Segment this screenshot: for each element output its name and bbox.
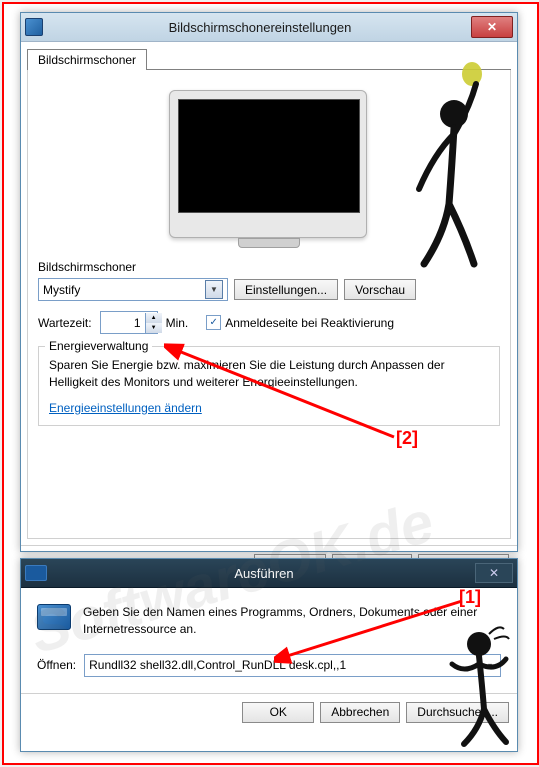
chevron-down-icon: ▼ — [205, 280, 223, 299]
preview-button[interactable]: Vorschau — [344, 279, 416, 300]
energy-settings-link[interactable]: Energieeinstellungen ändern — [49, 401, 202, 415]
wait-input[interactable] — [101, 316, 145, 330]
energy-legend: Energieverwaltung — [45, 339, 152, 353]
wait-spinner[interactable]: ▲ ▼ — [100, 311, 158, 334]
tab-content: Bildschirmschoner Mystify ▼ Einstellunge… — [27, 70, 511, 539]
close-button[interactable]: ✕ — [475, 563, 513, 583]
energy-fieldset: Energieverwaltung Sparen Sie Energie bzw… — [38, 346, 500, 426]
run-description: Geben Sie den Namen eines Programms, Ord… — [83, 604, 501, 638]
tab-row: Bildschirmschoner — [27, 48, 511, 70]
settings-button[interactable]: Einstellungen... — [234, 279, 338, 300]
spinner-up[interactable]: ▲ — [146, 313, 162, 323]
run-dialog-window: Ausführen ✕ Geben Sie den Namen eines Pr… — [20, 558, 518, 752]
dialog-button-row: OK Abbrechen Durchsuchen... — [21, 693, 517, 731]
window-icon — [25, 565, 47, 581]
titlebar[interactable]: Ausführen ✕ — [21, 559, 517, 588]
tab-screensaver[interactable]: Bildschirmschoner — [27, 49, 147, 70]
dropdown-value: Mystify — [43, 283, 80, 297]
energy-text: Sparen Sie Energie bzw. maximieren Sie d… — [49, 357, 489, 391]
screensaver-settings-window: Bildschirmschonereinstellungen ✕ Bildsch… — [20, 12, 518, 552]
cancel-button[interactable]: Abbrechen — [320, 702, 400, 723]
screensaver-dropdown[interactable]: Mystify ▼ — [38, 278, 228, 301]
open-label: Öffnen: — [37, 658, 76, 672]
window-icon — [25, 18, 43, 36]
open-combobox[interactable]: Rundll32 shell32.dll,Control_RunDLL desk… — [84, 654, 501, 677]
screensaver-label: Bildschirmschoner — [38, 260, 500, 274]
logon-checkbox-label: Anmeldeseite bei Reaktivierung — [225, 316, 394, 330]
close-button[interactable]: ✕ — [471, 16, 513, 38]
run-icon — [37, 604, 71, 630]
monitor-preview — [169, 90, 369, 240]
chevron-down-icon: ▾ — [484, 661, 496, 670]
logon-checkbox[interactable]: ✓ — [206, 315, 221, 330]
window-title: Ausführen — [53, 566, 475, 581]
titlebar[interactable]: Bildschirmschonereinstellungen ✕ — [21, 13, 517, 42]
wait-label: Wartezeit: — [38, 316, 92, 330]
browse-button[interactable]: Durchsuchen... — [406, 702, 509, 723]
wait-unit: Min. — [166, 316, 189, 330]
open-value: Rundll32 shell32.dll,Control_RunDLL desk… — [89, 658, 346, 672]
ok-button[interactable]: OK — [242, 702, 314, 723]
spinner-down[interactable]: ▼ — [146, 323, 162, 333]
window-title: Bildschirmschonereinstellungen — [49, 20, 471, 35]
